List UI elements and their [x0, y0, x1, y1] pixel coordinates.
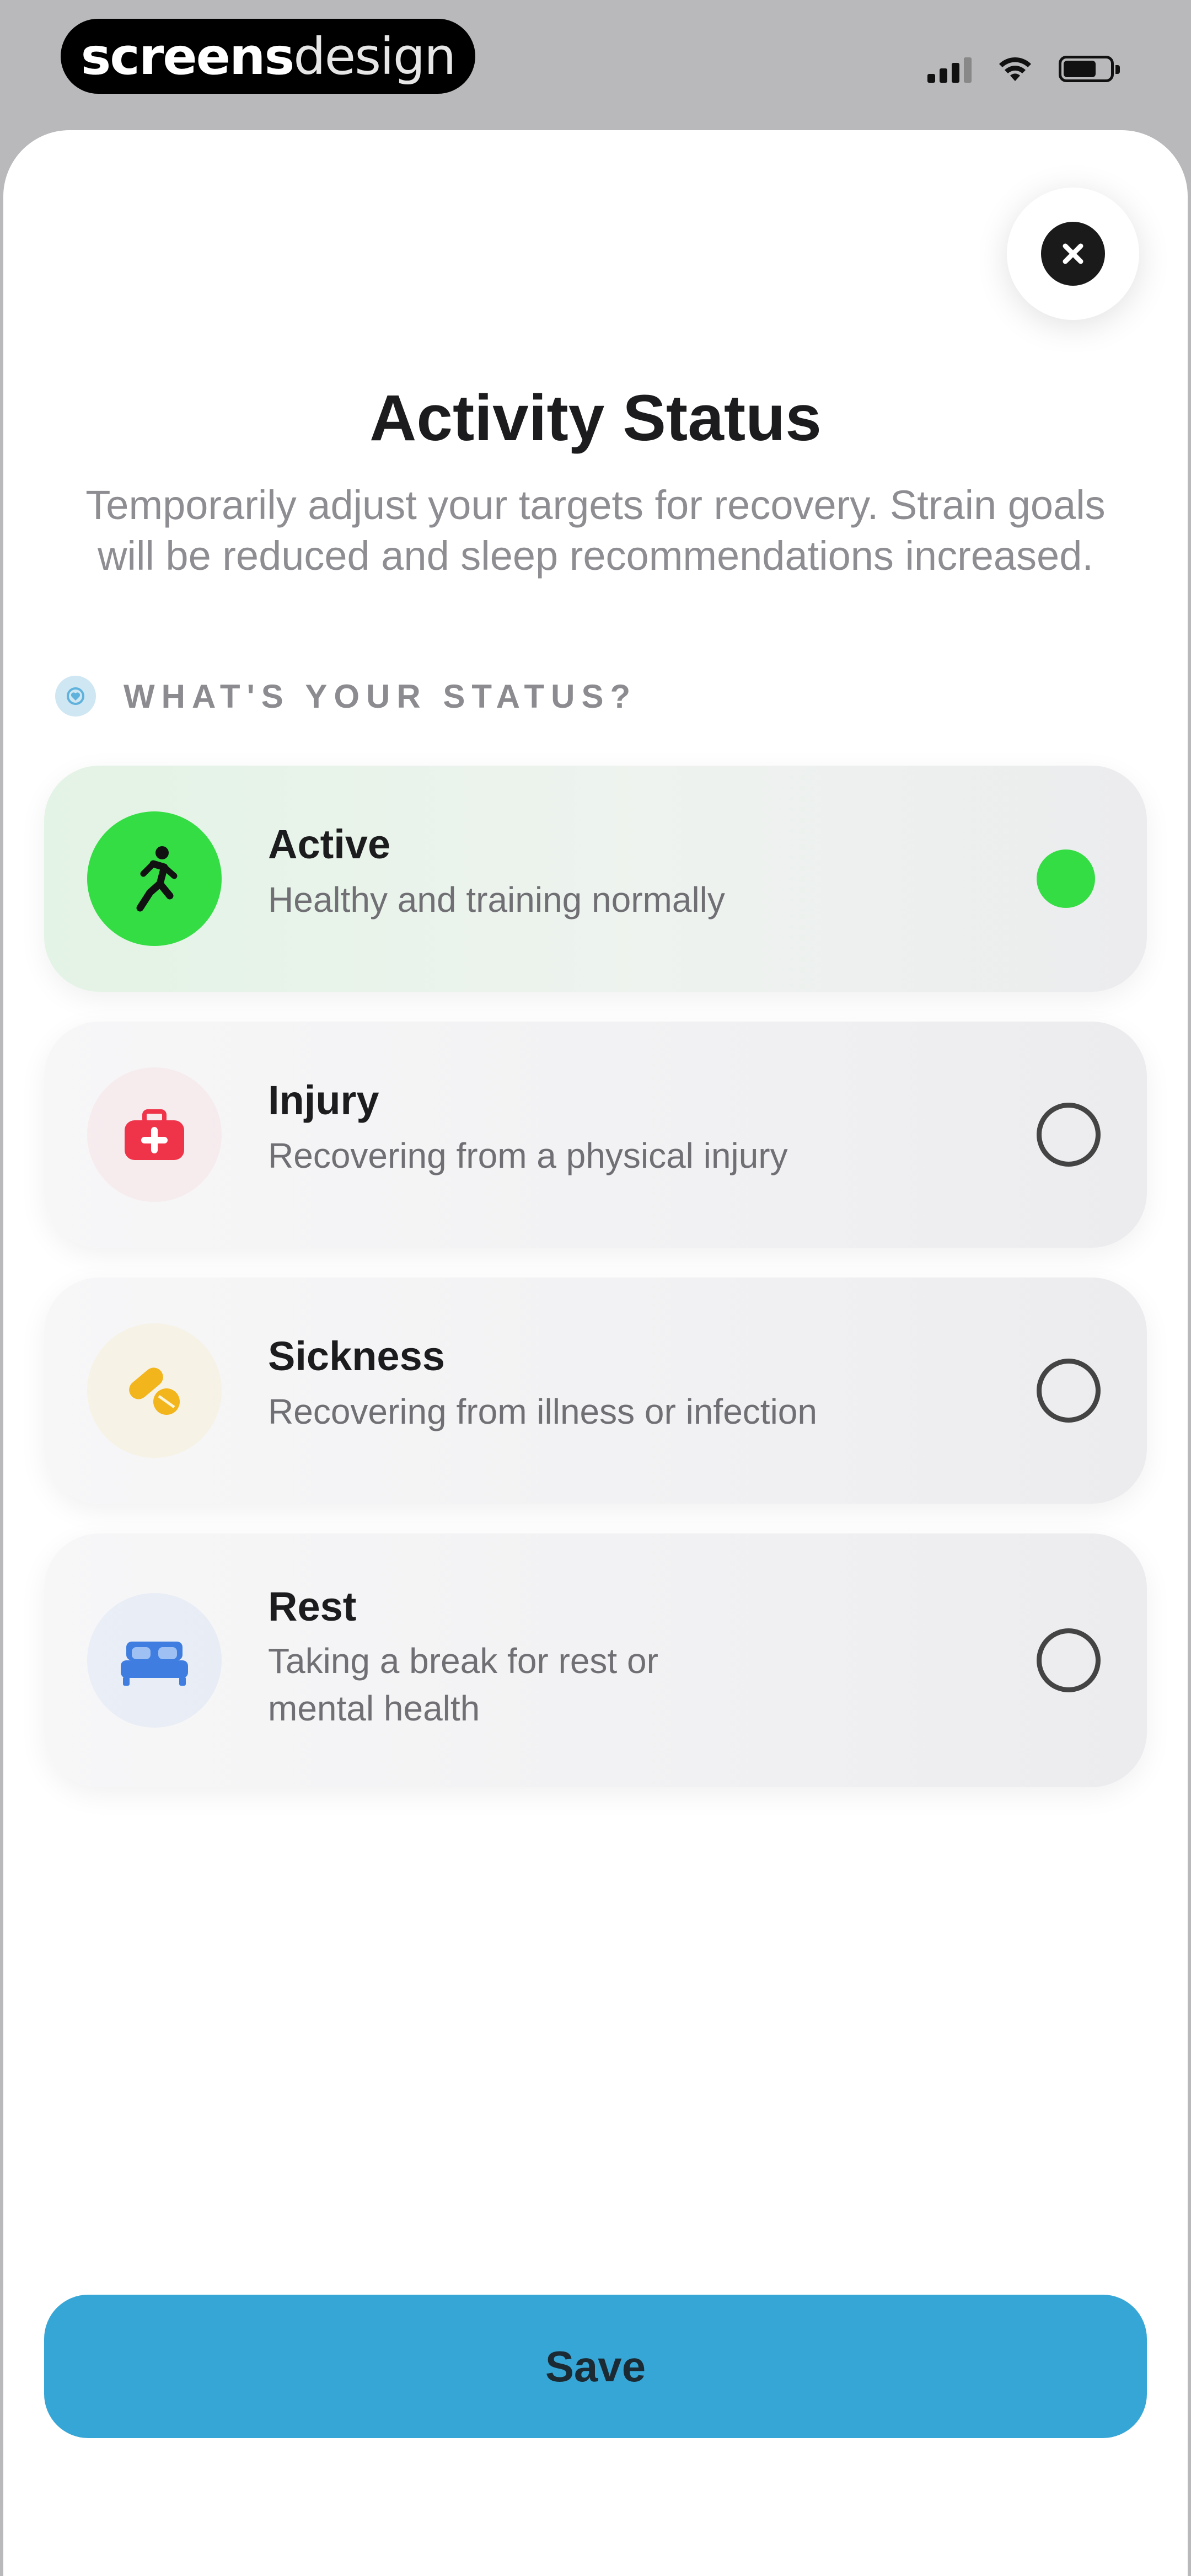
- status-option-rest[interactable]: Rest Taking a break for rest or mental h…: [44, 1533, 1147, 1787]
- radio-unselected[interactable]: [1037, 1628, 1101, 1692]
- battery-icon: [1059, 56, 1120, 82]
- option-description: Recovering from a physical injury: [268, 1136, 788, 1175]
- pills-icon: [87, 1323, 222, 1458]
- close-button[interactable]: [1007, 188, 1139, 320]
- brand-logo-light: design: [293, 26, 456, 86]
- bed-icon: [87, 1593, 222, 1728]
- close-icon: [1041, 222, 1105, 286]
- radio-selected[interactable]: [1037, 849, 1095, 908]
- status-bar: screens design: [0, 0, 1191, 132]
- section-header: WHAT'S YOUR STATUS?: [55, 674, 637, 718]
- option-title: Rest: [268, 1584, 357, 1629]
- cellular-signal-icon: [927, 55, 972, 83]
- radio-unselected[interactable]: [1037, 1359, 1101, 1423]
- status-heart-icon: [55, 676, 96, 717]
- option-title: Injury: [268, 1077, 379, 1123]
- option-title: Sickness: [268, 1333, 445, 1379]
- brand-logo-bold: screens: [81, 26, 295, 86]
- radio-unselected[interactable]: [1037, 1103, 1101, 1167]
- page-title: Activity Status: [369, 382, 822, 455]
- section-label: WHAT'S YOUR STATUS?: [124, 677, 637, 715]
- brand-logo: screens design: [61, 19, 475, 94]
- system-icons: [927, 50, 1120, 88]
- status-option-sickness[interactable]: Sickness Recovering from illness or infe…: [44, 1278, 1147, 1504]
- status-option-active[interactable]: Active Healthy and training normally: [44, 766, 1147, 992]
- save-button[interactable]: Save: [44, 2295, 1147, 2438]
- option-title: Active: [268, 821, 391, 867]
- page-subtitle: Temporarily adjust your targets for reco…: [85, 482, 1106, 579]
- wifi-icon: [999, 57, 1031, 81]
- first-aid-kit-icon: [87, 1067, 222, 1202]
- running-person-icon: [87, 811, 222, 946]
- status-option-injury[interactable]: Injury Recovering from a physical injury: [44, 1022, 1147, 1248]
- option-description: Recovering from illness or infection: [268, 1392, 817, 1431]
- option-description: Taking a break for rest or mental health: [268, 1641, 658, 1728]
- option-description: Healthy and training normally: [268, 880, 725, 920]
